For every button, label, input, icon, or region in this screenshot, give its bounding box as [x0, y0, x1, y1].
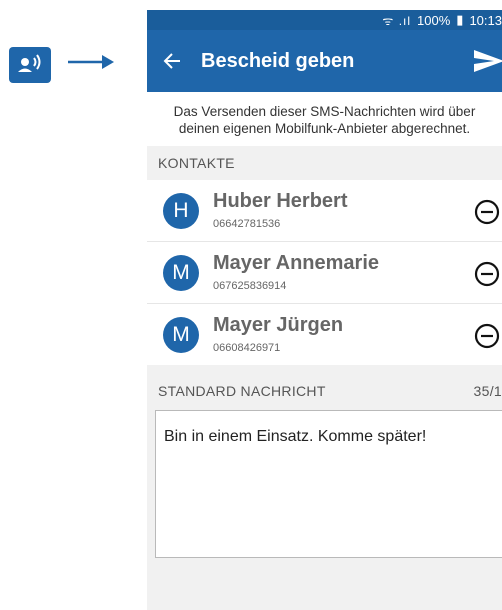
contacts-header-label: KONTAKTE — [158, 155, 235, 171]
contact-name: Mayer Jürgen — [213, 314, 344, 336]
avatar: H — [163, 193, 199, 229]
billing-info-line2: deinen eigenen Mobilfunk-Anbieter abgere… — [178, 121, 471, 136]
clock: 10:13 — [469, 12, 502, 28]
billing-info-line1: Das Versenden dieser SMS-Nachrichten wir… — [173, 104, 476, 119]
contact-name: Huber Herbert — [213, 190, 348, 212]
contact-row[interactable]: H Huber Herbert 06642781536 — [147, 180, 502, 242]
back-arrow-icon — [163, 53, 180, 69]
send-button[interactable] — [470, 44, 502, 78]
avatar: M — [163, 317, 199, 353]
contacts-header: KONTAKTE — [147, 146, 502, 180]
page-title: Bescheid geben — [201, 49, 355, 72]
status-bar: ᯤ .ıl 100% ▮ 10:13 — [147, 10, 502, 30]
app-bar: Bescheid geben — [147, 30, 502, 92]
battery-percent: 100% — [417, 12, 451, 28]
standard-message-label: STANDARD NACHRICHT — [158, 383, 326, 399]
phone-screen: ᯤ .ıl 100% ▮ 10:13 Bescheid geben Das Ve… — [147, 10, 502, 610]
billing-info: Das Versenden dieser SMS-Nachrichten wir… — [147, 92, 502, 146]
send-icon — [474, 50, 502, 72]
contact-phone: 067625836914 — [213, 280, 287, 292]
contact-phone: 06642781536 — [213, 218, 281, 230]
remove-contact-icon[interactable] — [473, 322, 501, 350]
avatar: M — [163, 255, 199, 291]
standard-message-header: STANDARD NACHRICHT 35/1 — [147, 374, 502, 408]
battery-icon: ▮ — [456, 12, 464, 27]
message-input[interactable]: Bin in einem Einsatz. Komme später! — [155, 410, 502, 558]
contact-name: Mayer Annemarie — [213, 252, 379, 274]
contact-row[interactable]: M Mayer Jürgen 06608426971 — [147, 304, 502, 365]
speaking-person-icon — [9, 47, 51, 83]
wifi-signal-icon: ᯤ .ıl — [382, 13, 412, 28]
character-count: 35/1 — [473, 383, 502, 399]
back-button[interactable] — [147, 30, 197, 92]
remove-contact-icon[interactable] — [473, 260, 501, 288]
remove-contact-icon[interactable] — [473, 198, 501, 226]
contact-row[interactable]: M Mayer Annemarie 067625836914 — [147, 242, 502, 304]
contact-phone: 06608426971 — [213, 342, 281, 354]
right-arrow-icon — [66, 50, 114, 74]
